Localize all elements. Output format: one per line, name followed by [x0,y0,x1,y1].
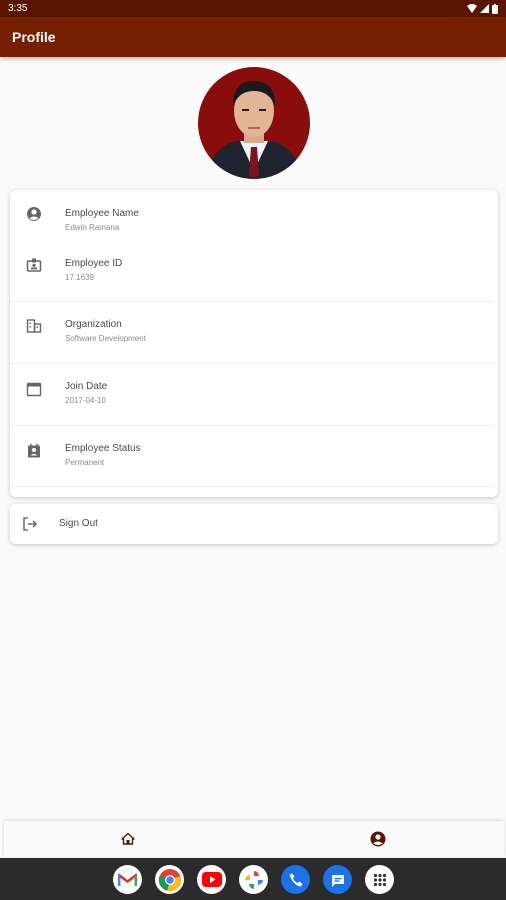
employee-id-label: Employee ID [65,258,123,269]
join-date-value: 2017-04-10 [65,396,106,405]
employee-name-item: Employee Name Edwin Ramana [10,190,498,242]
employee-id-value: 17.1639 [65,273,94,282]
avatar [198,67,310,179]
signal-icon [480,4,489,13]
status-icons [467,3,498,14]
building-icon [26,319,42,333]
bottom-navigation [4,821,504,857]
status-bar: 3:35 [0,0,506,17]
contact-card-icon [28,443,40,458]
messages-icon [331,874,344,887]
phone-icon [289,873,302,886]
sign-out-button[interactable]: Sign Out [10,504,498,544]
badge-icon [26,258,42,272]
home-icon [121,832,135,845]
divider [10,486,494,487]
app-bar: Profile [0,17,506,57]
gmail-app[interactable] [113,865,142,894]
profile-info-card: Employee Name Edwin Ramana Employee ID 1… [10,190,498,497]
phone-app[interactable] [281,865,310,894]
employee-status-value: Permanent [65,458,105,467]
chrome-app[interactable] [155,865,184,894]
wifi-icon [467,4,477,13]
page-title: Profile [12,29,56,45]
status-time: 3:35 [8,3,28,14]
organization-label: Organization [65,319,122,330]
join-date-item: Join Date 2017-04-10 [10,364,498,425]
organization-item: Organization Software Development [10,302,498,364]
employee-status-label: Employee Status [65,443,141,454]
youtube-app[interactable] [197,865,226,894]
apps-grid-icon [373,873,386,886]
app-drawer[interactable] [365,865,394,894]
messages-app[interactable] [323,865,352,894]
employee-name-label: Employee Name [65,208,139,219]
battery-icon [492,3,498,14]
photos-icon [244,870,263,889]
sign-out-label: Sign Out [59,518,98,529]
youtube-icon [201,872,222,887]
chrome-icon [158,868,181,891]
employee-name-value: Edwin Ramana [65,223,120,232]
gmail-icon [118,873,137,886]
account-circle-icon [27,207,41,221]
join-date-label: Join Date [65,381,108,392]
profile-photo [198,67,310,179]
employee-id-item: Employee ID 17.1639 [10,242,498,302]
organization-value: Software Development [65,334,146,343]
account-icon [370,831,386,847]
employee-status-item: Employee Status Permanent [10,426,498,488]
nav-account[interactable] [369,830,387,848]
calendar-icon [26,382,42,397]
nav-home[interactable] [119,830,137,848]
logout-icon [23,517,37,531]
system-dock [0,858,506,900]
photos-app[interactable] [239,865,268,894]
